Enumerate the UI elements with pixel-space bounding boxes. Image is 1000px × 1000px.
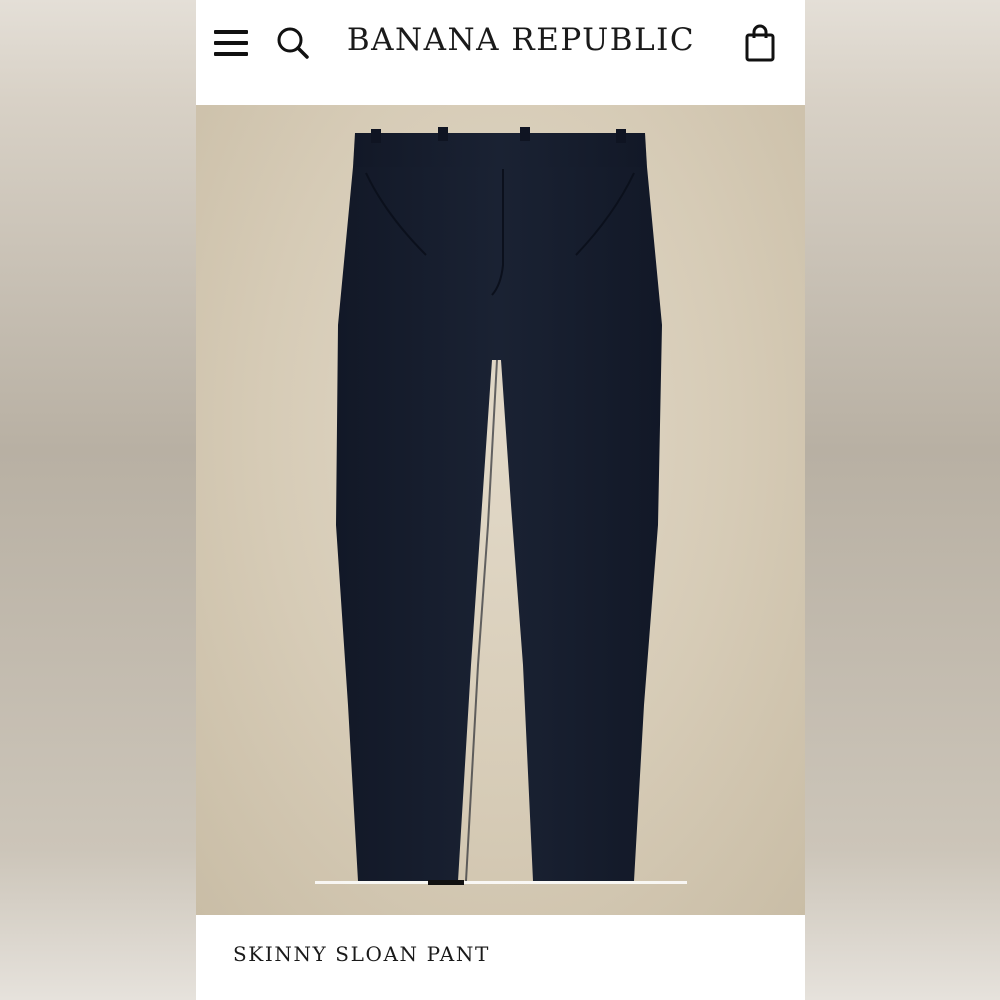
hamburger-menu-icon[interactable] [214, 30, 248, 56]
image-carousel-indicator[interactable] [315, 880, 687, 885]
mobile-screen: BANANA REPUBLIC SKINNY SLOAN PANT [196, 0, 805, 1000]
right-background-blur [804, 0, 1000, 1000]
search-icon[interactable] [276, 26, 310, 60]
carousel-active-thumb [428, 880, 464, 885]
left-background-blur [0, 0, 196, 1000]
carousel-track [315, 881, 687, 884]
site-header: BANANA REPUBLIC [196, 0, 805, 105]
brand-logo[interactable]: BANANA REPUBLIC [346, 20, 696, 60]
product-image[interactable] [196, 105, 805, 915]
shopping-bag-icon[interactable] [744, 24, 776, 62]
product-title: SKINNY SLOAN PANT [233, 942, 490, 966]
